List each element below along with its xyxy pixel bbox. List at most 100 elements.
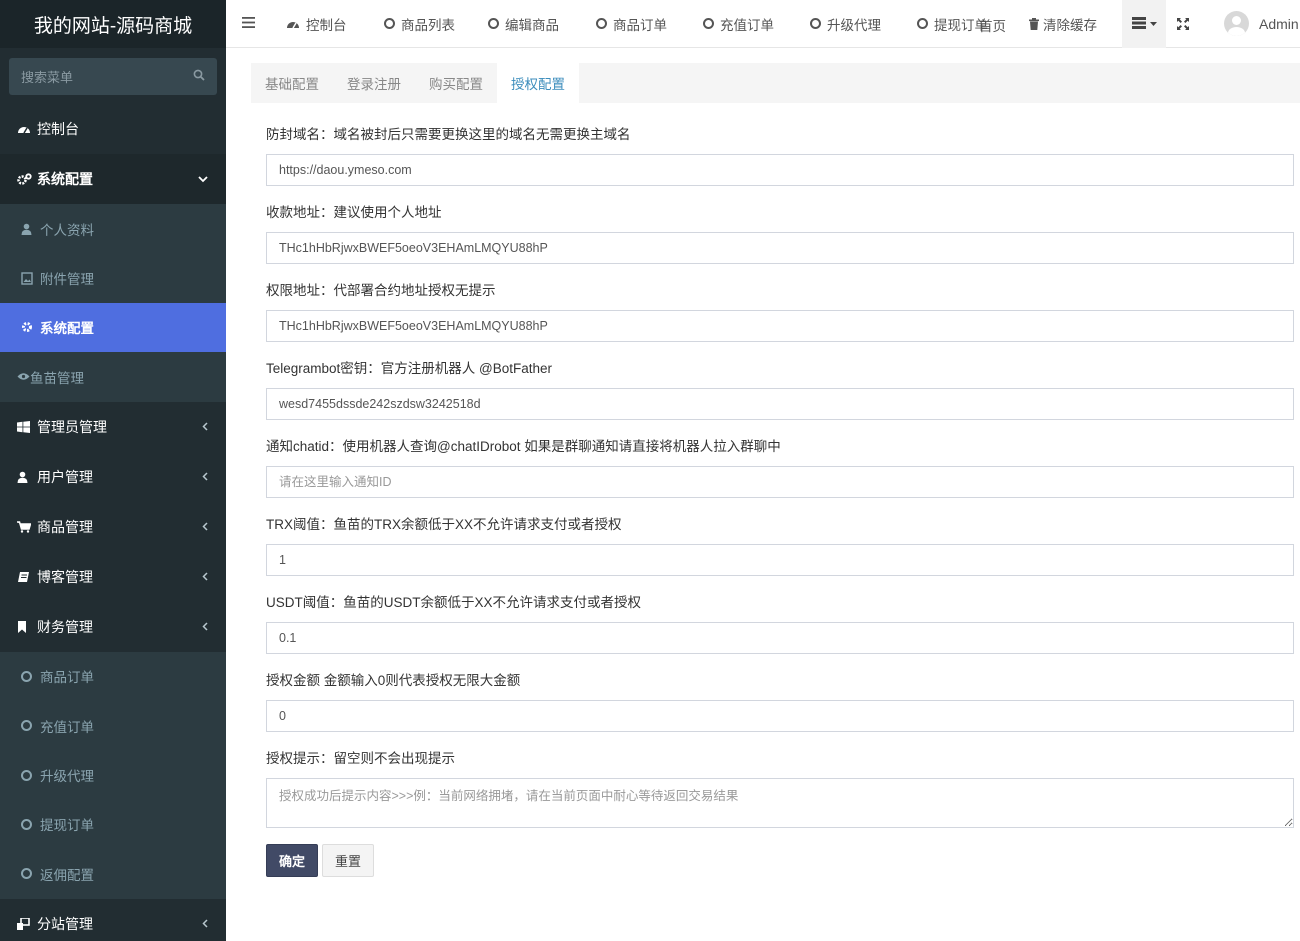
form-field-usdt-threshold: USDT阈值：鱼苗的USDT余额低于XX不允许请求支付或者授权 bbox=[266, 593, 1294, 654]
sidebar-item-label: 商品管理 bbox=[37, 518, 93, 535]
auth-amount-input[interactable] bbox=[266, 700, 1294, 732]
field-label: 权限地址：代部署合约地址授权无提示 bbox=[266, 283, 496, 298]
tab-basic[interactable]: 基础配置 bbox=[251, 63, 333, 103]
topnav-home-overlap[interactable]: 首页 bbox=[979, 15, 1006, 35]
chevron-left-icon bbox=[202, 470, 208, 484]
sidebar-toggle-button[interactable] bbox=[226, 0, 282, 48]
tab-authorization[interactable]: 授权配置 bbox=[497, 63, 579, 103]
topnav-label: 编辑商品 bbox=[505, 17, 559, 33]
expand-icon bbox=[1177, 17, 1189, 30]
sidebar-item-fish[interactable]: 鱼苗管理 bbox=[0, 352, 226, 401]
cogs-icon bbox=[17, 172, 37, 186]
sidebar-item-label: 个人资料 bbox=[40, 222, 94, 238]
form-field-auth-amount: 授权金额 金额输入0则代表授权无限大金额 bbox=[266, 671, 1294, 732]
sidebar: 我的网站-源码商城 搜索菜单 控制台 系统配置 个人资料 附件管理 系统配置 鱼… bbox=[0, 0, 226, 941]
reset-button[interactable]: 重置 bbox=[322, 844, 375, 877]
trash-icon bbox=[1029, 17, 1039, 30]
circle-icon bbox=[810, 18, 821, 29]
finance-submenu: 商品订单 充值订单 升级代理 提现订单 返佣配置 bbox=[0, 651, 226, 899]
sidebar-item-products[interactable]: 商品管理 bbox=[0, 502, 226, 552]
trx-threshold-input[interactable] bbox=[266, 544, 1294, 576]
caret-down-icon bbox=[1149, 21, 1157, 26]
field-label: 收款地址：建议使用个人地址 bbox=[266, 205, 442, 220]
dashboard-icon bbox=[286, 18, 300, 29]
sidebar-item-recharge-orders[interactable]: 充值订单 bbox=[0, 701, 226, 750]
server-icon bbox=[1131, 17, 1148, 30]
form-field-auth-tip: 授权提示：留空则不会出现提示 bbox=[266, 749, 1294, 831]
sidebar-item-label: 用户管理 bbox=[37, 468, 93, 485]
sidebar-item-substation[interactable]: 分站管理 bbox=[0, 899, 226, 941]
receive-address-input[interactable] bbox=[266, 232, 1294, 264]
sidebar-item-label: 系统配置 bbox=[37, 171, 93, 187]
sidebar-item-finance[interactable]: 财务管理 bbox=[0, 602, 226, 652]
sidebar-search[interactable]: 搜索菜单 bbox=[9, 58, 217, 95]
chevron-down-icon bbox=[198, 172, 208, 186]
book-icon bbox=[17, 571, 37, 583]
sidebar-item-label: 分站管理 bbox=[37, 915, 93, 932]
form-actions: 确定 重置 bbox=[266, 844, 1294, 877]
sidebar-item-label: 升级代理 bbox=[40, 769, 94, 785]
chatid-input[interactable] bbox=[266, 466, 1294, 498]
domain-input[interactable] bbox=[266, 154, 1294, 186]
image-file-icon bbox=[21, 271, 40, 285]
topnav-recharge-orders[interactable]: 充值订单 bbox=[693, 0, 800, 48]
sidebar-item-system-settings[interactable]: 系统配置 bbox=[0, 302, 226, 353]
chevron-left-icon bbox=[202, 620, 208, 634]
theme-dropdown-button[interactable] bbox=[1122, 0, 1166, 48]
sidebar-item-product-orders[interactable]: 商品订单 bbox=[0, 652, 226, 701]
chevron-left-icon bbox=[202, 917, 208, 931]
sidebar-item-rebate-config[interactable]: 返佣配置 bbox=[0, 849, 226, 898]
field-label: 通知chatid：使用机器人查询@chatIDrobot 如果是群聊通知请直接将… bbox=[266, 439, 781, 454]
bookmark-icon bbox=[17, 620, 37, 633]
clear-cache-button[interactable]: 清除缓存 bbox=[1029, 0, 1122, 48]
sidebar-item-withdraw-orders[interactable]: 提现订单 bbox=[0, 800, 226, 849]
circle-icon bbox=[917, 18, 928, 29]
fullscreen-button[interactable] bbox=[1166, 0, 1200, 48]
field-label: USDT阈值：鱼苗的USDT余额低于XX不允许请求支付或者授权 bbox=[266, 595, 642, 610]
sidebar-item-dashboard[interactable]: 控制台 bbox=[0, 104, 226, 154]
sidebar-item-attachments[interactable]: 附件管理 bbox=[0, 253, 226, 302]
topnav-dashboard[interactable]: 控制台 bbox=[282, 0, 378, 48]
auth-tip-textarea[interactable] bbox=[266, 778, 1294, 828]
circle-icon bbox=[21, 720, 40, 732]
topnav-product-list[interactable]: 商品列表 bbox=[378, 0, 482, 48]
telegram-key-input[interactable] bbox=[266, 388, 1294, 420]
topnav-product-orders[interactable]: 商品订单 bbox=[586, 0, 693, 48]
circle-icon bbox=[21, 868, 40, 880]
tab-purchase[interactable]: 购买配置 bbox=[415, 63, 497, 103]
circle-icon bbox=[384, 18, 395, 29]
sidebar-item-profile[interactable]: 个人资料 bbox=[0, 204, 226, 253]
topnav-label: 升级代理 bbox=[827, 17, 881, 33]
topnav-label: 商品列表 bbox=[401, 17, 455, 33]
sidebar-item-blog[interactable]: 博客管理 bbox=[0, 552, 226, 602]
config-tabs: 基础配置 登录注册 购买配置 授权配置 bbox=[251, 63, 1300, 103]
sidebar-item-label: 附件管理 bbox=[40, 272, 94, 288]
sidebar-item-upgrade-agent[interactable]: 升级代理 bbox=[0, 750, 226, 799]
circle-icon bbox=[21, 670, 40, 682]
search-input[interactable]: 搜索菜单 bbox=[21, 67, 73, 86]
field-label: 授权金额 金额输入0则代表授权无限大金额 bbox=[266, 673, 521, 688]
cart-icon bbox=[17, 520, 37, 533]
topnav-withdraw-orders[interactable]: 提现订单 首页 bbox=[907, 0, 1029, 48]
sidebar-item-label: 商品订单 bbox=[40, 670, 94, 686]
circle-icon bbox=[703, 18, 714, 29]
sidebar-item-users[interactable]: 用户管理 bbox=[0, 452, 226, 502]
site-logo[interactable]: 我的网站-源码商城 bbox=[0, 0, 226, 48]
tab-login-register[interactable]: 登录注册 bbox=[333, 63, 415, 103]
sidebar-item-system-config[interactable]: 系统配置 bbox=[0, 154, 226, 204]
sidebar-item-admin[interactable]: 管理员管理 bbox=[0, 402, 226, 452]
hamburger-icon[interactable] bbox=[242, 16, 255, 31]
field-label: 防封域名：域名被封后只需要更换这里的域名无需更换主域名 bbox=[266, 127, 631, 142]
topnav-upgrade-agent[interactable]: 升级代理 bbox=[800, 0, 907, 48]
chevron-left-icon bbox=[202, 570, 208, 584]
usdt-threshold-input[interactable] bbox=[266, 622, 1294, 654]
topnav-edit-product[interactable]: 编辑商品 bbox=[482, 0, 586, 48]
top-navbar: 控制台 商品列表 编辑商品 商品订单 充值订单 升级代理 提现订单 首页 清除缓… bbox=[226, 0, 1300, 48]
permission-address-input[interactable] bbox=[266, 310, 1294, 342]
sidebar-item-label: 控制台 bbox=[37, 121, 79, 137]
system-config-submenu: 个人资料 附件管理 系统配置 鱼苗管理 bbox=[0, 204, 226, 402]
user-menu[interactable]: Admin bbox=[1200, 0, 1299, 48]
submit-button[interactable]: 确定 bbox=[266, 844, 319, 877]
search-icon[interactable] bbox=[193, 69, 205, 84]
topnav-label: 控制台 bbox=[306, 17, 347, 33]
